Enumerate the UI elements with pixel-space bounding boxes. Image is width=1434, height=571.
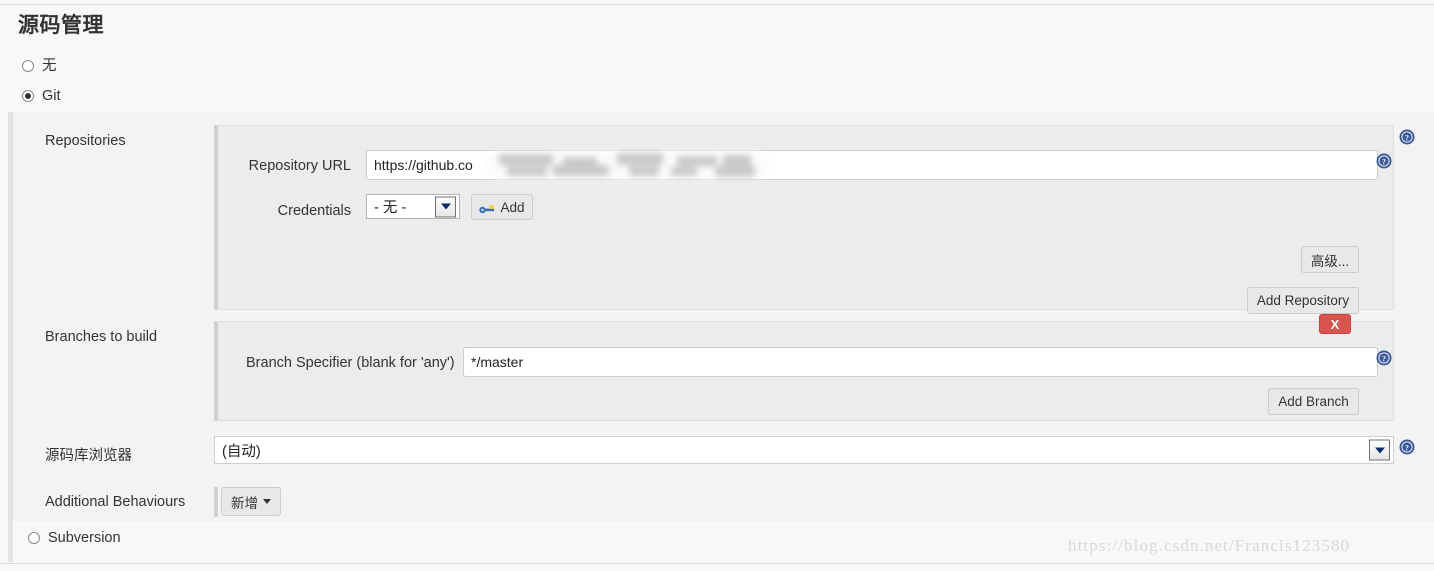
add-behaviour-button[interactable]: 新增 <box>221 487 281 516</box>
delete-branch-button[interactable]: X <box>1319 314 1351 334</box>
scm-option-git[interactable]: Git <box>22 89 61 104</box>
add-repository-label: Add Repository <box>1256 293 1350 308</box>
repository-browser-row-label: 源码库浏览器 <box>45 448 132 464</box>
scm-option-git-label: Git <box>42 88 61 104</box>
repository-url-label: Repository URL <box>248 158 351 174</box>
svg-text:?: ? <box>1382 355 1386 364</box>
add-credentials-button[interactable]: Add <box>471 194 533 220</box>
add-credentials-label: Add <box>500 199 525 215</box>
credentials-select[interactable]: - 无 - <box>366 194 460 219</box>
credentials-selected-value: - 无 - <box>374 200 407 216</box>
svg-text:?: ? <box>1405 134 1409 143</box>
add-branch-button[interactable]: Add Branch <box>1268 388 1359 415</box>
add-branch-label: Add Branch <box>1278 394 1349 409</box>
radio-subversion[interactable] <box>28 532 40 545</box>
repository-url-help-icon[interactable]: ? <box>1376 153 1392 169</box>
branches-row-label: Branches to build <box>45 329 158 345</box>
chevron-down-icon[interactable] <box>435 196 456 217</box>
scm-option-none[interactable]: 无 <box>22 59 57 74</box>
additional-behaviours-row-label: Additional Behaviours <box>45 494 186 510</box>
scm-option-subversion-label: Subversion <box>48 530 121 546</box>
advanced-button-label: 高级... <box>1310 253 1350 269</box>
branch-specifier-help-icon[interactable]: ? <box>1376 350 1392 366</box>
chevron-down-icon[interactable] <box>1369 439 1390 461</box>
git-settings-block: Repositories Repository URL Credentials … <box>8 112 1434 522</box>
watermark: https://blog.csdn.net/Francis123580 <box>1068 536 1351 555</box>
scm-option-subversion[interactable]: Subversion <box>28 531 121 546</box>
top-divider <box>0 4 1434 5</box>
radio-git[interactable] <box>22 90 34 103</box>
repositories-section-help-icon[interactable]: ? <box>1399 129 1415 145</box>
delete-branch-label: X <box>1330 316 1340 332</box>
chevron-down-icon <box>263 499 271 504</box>
scm-option-none-label: 无 <box>42 58 57 74</box>
repository-browser-help-icon[interactable]: ? <box>1399 439 1415 455</box>
scm-config-page: 源码管理 无 Git Repositories Repository URL h… <box>0 0 1434 571</box>
branch-specifier-input[interactable] <box>463 347 1378 377</box>
svg-text:?: ? <box>1405 444 1409 453</box>
page-title: 源码管理 <box>18 14 104 37</box>
add-repository-button[interactable]: Add Repository <box>1247 287 1359 314</box>
key-icon <box>479 202 495 213</box>
behaviours-handle <box>214 487 218 517</box>
repository-browser-selected-value: (自动) <box>222 443 261 460</box>
radio-none[interactable] <box>22 60 34 73</box>
repository-browser-select[interactable]: (自动) <box>214 436 1394 464</box>
advanced-button[interactable]: 高级... <box>1301 246 1359 273</box>
repositories-row-label: Repositories <box>45 133 126 149</box>
repositories-panel: Repository URL Credentials - 无 - <box>214 125 1394 314</box>
branches-panel: X Branch Specifier (blank for 'any') Add… <box>214 314 1394 421</box>
redacted-url-overlay <box>485 151 768 179</box>
credentials-label: Credentials <box>277 203 351 219</box>
add-behaviour-label: 新增 <box>231 495 258 511</box>
svg-text:?: ? <box>1382 158 1386 167</box>
branch-specifier-label: Branch Specifier (blank for 'any') <box>246 355 455 371</box>
bottom-divider <box>0 563 1434 564</box>
